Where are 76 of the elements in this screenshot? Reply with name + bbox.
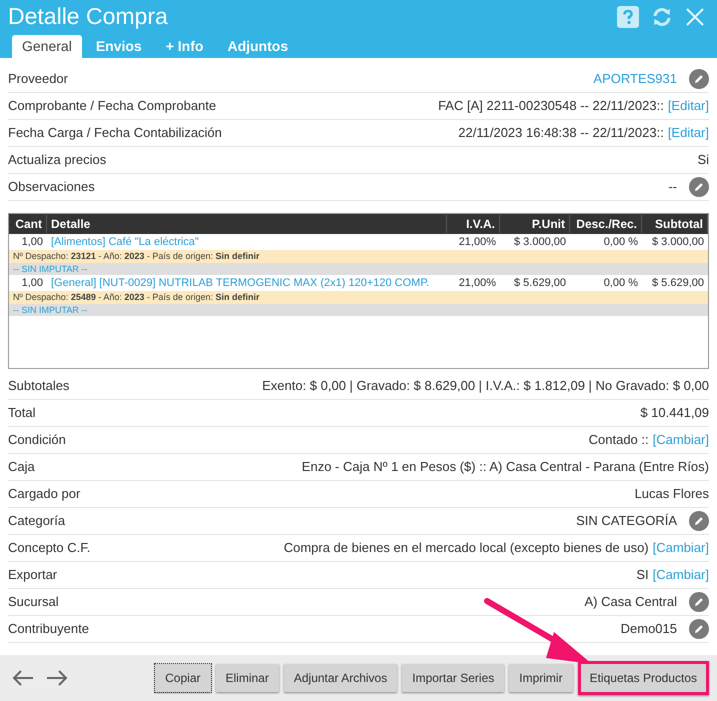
table-cell-text: $ 5.629,00 bbox=[651, 276, 705, 291]
action-link[interactable]: [Cambiar] bbox=[652, 538, 709, 558]
imputation-link[interactable]: -- SIN IMPUTAR -- bbox=[9, 304, 708, 316]
field-value[interactable]: APORTES931 bbox=[593, 69, 677, 89]
field-value: SIN CATEGORÍA bbox=[576, 512, 677, 530]
field-value: FAC [A] 2211-00230548 -- 22/11/2023:: bbox=[438, 97, 664, 116]
table-cell-text: $ 5.629,00 bbox=[513, 276, 567, 291]
field-label: Cargado por bbox=[8, 485, 80, 504]
field-label: Sucursal bbox=[8, 593, 59, 612]
action-button[interactable]: Copiar bbox=[155, 664, 210, 692]
field-value: Si bbox=[697, 151, 709, 170]
field-label: Condición bbox=[8, 431, 66, 450]
field-label: Actualiza precios bbox=[8, 151, 106, 170]
table-cell-text: 0,00 % bbox=[602, 235, 639, 250]
action-link[interactable]: [Editar] bbox=[668, 123, 709, 143]
product-link[interactable]: [Alimentos] Café "La eléctrica" bbox=[47, 234, 447, 250]
field-value: Exento: $ 0,00 | Gravado: $ 8.629,00 | I.V.A.: $ 1.812,09 | No Gravado: $ 0,00 bbox=[262, 377, 709, 396]
field-value: SI bbox=[636, 566, 649, 584]
table-cell-text: 1,00 bbox=[20, 276, 44, 291]
dispatch-info: Nº Despacho: 23121 - Año: 2023 - País de origen: Sin definir bbox=[9, 250, 708, 263]
table-cell-text: $ 3.000,00 bbox=[513, 235, 567, 250]
table-cell-text: 21,00% bbox=[458, 276, 497, 291]
field-value: Lucas Flores bbox=[634, 485, 709, 504]
table-cell-text: $ 3.000,00 bbox=[651, 235, 705, 250]
field-value: A) Casa Central bbox=[584, 593, 677, 612]
table-cell-text: 1,00 bbox=[20, 235, 44, 250]
field-label: Categoría bbox=[8, 512, 66, 530]
tab[interactable]: + Info bbox=[156, 35, 214, 58]
column-header: Subtotal bbox=[642, 215, 708, 233]
action-button[interactable]: Etiquetas Productos bbox=[578, 661, 709, 695]
field-label: Contribuyente bbox=[8, 620, 89, 638]
field-label: Proveedor bbox=[8, 70, 68, 88]
dispatch-info: Nº Despacho: 25489 - Año: 2023 - País de origen: Sin definir bbox=[9, 291, 708, 304]
field-value: Enzo - Caja Nº 1 en Pesos ($) :: A) Casa Central - Parana (Entre Ríos) bbox=[302, 458, 709, 476]
imputation-link[interactable]: -- SIN IMPUTAR -- bbox=[9, 263, 708, 275]
pencil-icon[interactable] bbox=[689, 619, 709, 639]
column-header: P.Unit bbox=[500, 215, 570, 233]
column-header: Cant bbox=[9, 215, 47, 233]
field-label: Exportar bbox=[8, 566, 58, 584]
field-value: $ 10.441,09 bbox=[640, 404, 709, 422]
window-title: Detalle Compra bbox=[8, 2, 168, 32]
arrow-right-icon[interactable] bbox=[46, 669, 68, 687]
field-label: Caja bbox=[8, 458, 35, 476]
pencil-icon[interactable] bbox=[689, 511, 709, 531]
action-button[interactable]: Imprimir bbox=[509, 664, 573, 692]
field-label: Comprobante / Fecha Comprobante bbox=[8, 97, 216, 116]
product-link[interactable]: [General] [NUT-0029] NUTRILAB TERMOGENIC MAX (2x1) 120+120 COMP. bbox=[47, 275, 447, 292]
field-label: Total bbox=[8, 404, 36, 422]
field-value: Contado :: bbox=[588, 431, 649, 450]
column-header: Detalle bbox=[47, 215, 447, 233]
column-header: Desc./Rec. bbox=[570, 215, 642, 233]
field-label: Subtotales bbox=[8, 377, 70, 396]
table-cell-text: 0,00 % bbox=[602, 276, 639, 291]
field-label: Fecha Carga / Fecha Contabilización bbox=[8, 124, 222, 142]
field-value: -- bbox=[668, 178, 677, 196]
field-label: Concepto C.F. bbox=[8, 539, 90, 558]
pencil-icon[interactable] bbox=[689, 177, 709, 197]
field-label: Observaciones bbox=[8, 178, 95, 196]
action-link[interactable]: [Cambiar] bbox=[652, 430, 709, 450]
close-icon[interactable] bbox=[685, 6, 705, 26]
field-value: 22/11/2023 16:48:38 -- 22/11/2023:: bbox=[458, 124, 664, 142]
pencil-icon[interactable] bbox=[689, 69, 709, 89]
arrow-left-icon[interactable] bbox=[12, 669, 34, 687]
table-cell-text: 21,00% bbox=[458, 235, 497, 250]
column-header: I.V.A. bbox=[447, 215, 500, 233]
action-button[interactable]: Importar Series bbox=[402, 664, 504, 692]
field-value: Compra de bienes en el mercado local (excepto bienes de uso) bbox=[284, 539, 649, 558]
tab[interactable]: Envios bbox=[86, 35, 152, 58]
action-button[interactable]: Eliminar bbox=[216, 664, 279, 692]
tab[interactable]: General bbox=[12, 35, 82, 58]
tab[interactable]: Adjuntos bbox=[217, 35, 298, 58]
pencil-icon[interactable] bbox=[689, 592, 709, 612]
action-link[interactable]: [Cambiar] bbox=[652, 565, 709, 585]
field-value: Demo015 bbox=[620, 620, 677, 638]
action-link[interactable]: [Editar] bbox=[668, 96, 709, 116]
action-button[interactable]: Adjuntar Archivos bbox=[284, 664, 398, 692]
